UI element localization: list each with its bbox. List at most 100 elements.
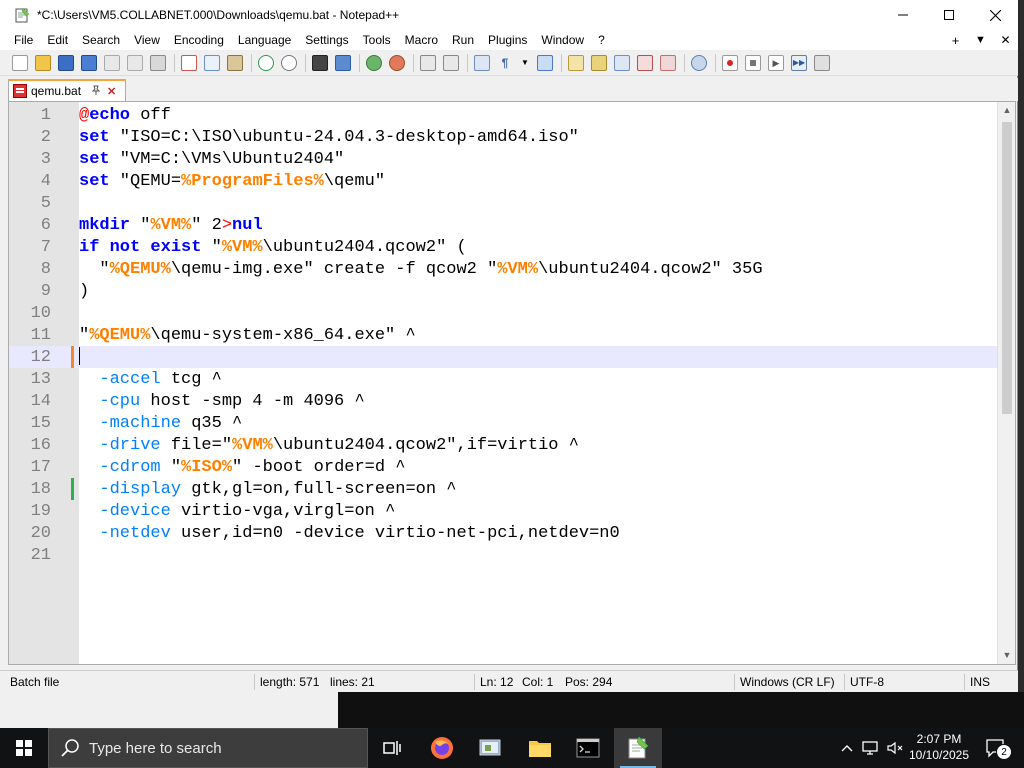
- scroll-down-arrow[interactable]: ▼: [998, 647, 1015, 664]
- print-icon[interactable]: [150, 54, 166, 71]
- function-list-icon[interactable]: [637, 54, 653, 71]
- word-wrap-icon[interactable]: [474, 54, 490, 71]
- open-file-icon[interactable]: [35, 54, 51, 71]
- taskbar-control-panel[interactable]: [466, 728, 514, 768]
- code-line[interactable]: 7 if not exist "%VM%\ubuntu2404.qcow2" (: [9, 236, 997, 258]
- code-line[interactable]: 11 "%QEMU%\qemu-system-x86_64.exe" ^: [9, 324, 997, 346]
- code-line[interactable]: 19 -device virtio-vga,virgl=on ^: [9, 500, 997, 522]
- close-file-icon[interactable]: [104, 54, 120, 71]
- status-eol-format[interactable]: Windows (CR LF): [736, 671, 835, 693]
- code-line[interactable]: 9): [9, 280, 997, 302]
- close-document-button[interactable]: ✕: [993, 33, 1018, 47]
- menu-view[interactable]: View: [127, 33, 167, 47]
- find-icon[interactable]: [312, 54, 328, 71]
- vertical-scrollbar[interactable]: ▲ ▼: [997, 102, 1015, 664]
- code-line[interactable]: 21: [9, 544, 997, 566]
- menu-tools[interactable]: Tools: [356, 33, 398, 47]
- code-line[interactable]: 20 -netdev user,id=n0 -device virtio-net…: [9, 522, 997, 544]
- undo-icon[interactable]: [258, 54, 274, 71]
- tab-qemu-bat[interactable]: qemu.bat ✕: [8, 79, 126, 101]
- status-insert-mode[interactable]: INS: [966, 671, 990, 693]
- taskbar-notepad-plus-plus[interactable]: [614, 728, 662, 768]
- monitoring-icon[interactable]: [691, 54, 707, 71]
- show-all-characters-icon[interactable]: ¶: [497, 55, 513, 71]
- menu-window[interactable]: Window: [534, 33, 591, 47]
- menu-plugins[interactable]: Plugins: [481, 33, 534, 47]
- title-bar[interactable]: *C:\Users\VM5.COLLABNET.000\Downloads\qe…: [0, 0, 1018, 30]
- menu-search[interactable]: Search: [75, 33, 127, 47]
- scrollbar-thumb[interactable]: [1002, 122, 1012, 414]
- show-hidden-icons-button[interactable]: [836, 728, 858, 768]
- copy-icon[interactable]: [204, 54, 220, 71]
- taskbar-command-prompt[interactable]: [564, 728, 612, 768]
- indent-guide-icon[interactable]: [537, 54, 553, 71]
- zoom-in-icon[interactable]: [366, 54, 382, 71]
- code-line[interactable]: 14 -cpu host -smp 4 -m 4096 ^: [9, 390, 997, 412]
- code-line[interactable]: 16 -drive file="%VM%\ubuntu2404.qcow2",i…: [9, 434, 997, 456]
- dropdown-arrow-icon[interactable]: ▼: [520, 55, 530, 71]
- user-defined-language-icon[interactable]: [568, 54, 584, 71]
- taskbar-firefox[interactable]: [418, 728, 466, 768]
- menu-file[interactable]: File: [0, 33, 40, 47]
- menu-run[interactable]: Run: [445, 33, 481, 47]
- playback-macro-icon[interactable]: ▶: [768, 54, 784, 71]
- paste-icon[interactable]: [227, 54, 243, 71]
- save-macro-icon[interactable]: [814, 54, 830, 71]
- code-line[interactable]: 18 -display gtk,gl=on,full-screen=on ^: [9, 478, 997, 500]
- code-line[interactable]: 4 set "QEMU=%ProgramFiles%\qemu": [9, 170, 997, 192]
- line-number: 10: [30, 303, 51, 323]
- tab-close-button[interactable]: ✕: [107, 85, 116, 98]
- menu-encoding[interactable]: Encoding: [167, 33, 231, 47]
- taskbar-file-explorer[interactable]: [516, 728, 564, 768]
- stop-recording-icon[interactable]: [745, 54, 761, 71]
- code-line[interactable]: 10: [9, 302, 997, 324]
- sync-vertical-icon[interactable]: [420, 54, 436, 71]
- zoom-out-icon[interactable]: [389, 54, 405, 71]
- sync-horizontal-icon[interactable]: [443, 54, 459, 71]
- record-macro-icon[interactable]: [722, 54, 738, 71]
- code-line[interactable]: 6 mkdir "%VM%" 2>nul: [9, 214, 997, 236]
- run-macro-multiple-icon[interactable]: ▶▶: [791, 54, 807, 71]
- scroll-up-arrow[interactable]: ▲: [998, 102, 1015, 119]
- replace-icon[interactable]: [335, 54, 351, 71]
- maximize-button[interactable]: [926, 0, 972, 30]
- redo-icon[interactable]: [281, 54, 297, 71]
- task-view-button[interactable]: [368, 728, 416, 768]
- code-line[interactable]: 3 set "VM=C:\VMs\Ubuntu2404": [9, 148, 997, 170]
- code-line[interactable]: 2 set "ISO=C:\ISO\ubuntu-24.04.3-desktop-…: [9, 126, 997, 148]
- code-token: \qemu": [323, 171, 386, 191]
- save-icon[interactable]: [58, 54, 74, 71]
- code-line[interactable]: 5: [9, 192, 997, 214]
- start-button[interactable]: [0, 728, 48, 768]
- menu-settings[interactable]: Settings: [298, 33, 355, 47]
- code-line[interactable]: 12: [9, 346, 997, 368]
- new-file-icon[interactable]: [12, 54, 28, 71]
- code-line[interactable]: 17 -cdrom "%ISO%" -boot order=d ^: [9, 456, 997, 478]
- menu-language[interactable]: Language: [231, 33, 298, 47]
- document-list-icon[interactable]: [614, 54, 630, 71]
- menu-help[interactable]: ?: [591, 33, 612, 47]
- status-encoding[interactable]: UTF-8: [846, 671, 884, 693]
- minimize-button[interactable]: [880, 0, 926, 30]
- system-clock[interactable]: 2:07 PM 10/10/2025: [904, 731, 974, 763]
- folder-as-workspace-icon[interactable]: [660, 54, 676, 71]
- close-all-icon[interactable]: [127, 54, 143, 71]
- taskbar-search-box[interactable]: Type here to search: [48, 728, 368, 768]
- tab-list-dropdown-button[interactable]: ▼: [968, 34, 993, 46]
- code-line[interactable]: 1 @echo off: [9, 104, 997, 126]
- pin-icon[interactable]: [91, 85, 101, 98]
- network-button[interactable]: [860, 728, 882, 768]
- code-line[interactable]: 13 -accel tcg ^: [9, 368, 997, 390]
- close-button[interactable]: [972, 0, 1018, 30]
- code-editor[interactable]: 1 @echo off 2 set "ISO=C:\ISO\ubuntu-24.04.…: [8, 101, 1016, 665]
- document-map-icon[interactable]: [591, 54, 607, 71]
- action-center-button[interactable]: 2: [978, 728, 1014, 768]
- menu-macro[interactable]: Macro: [398, 33, 445, 47]
- volume-button[interactable]: [884, 728, 906, 768]
- code-line[interactable]: 15 -machine q35 ^: [9, 412, 997, 434]
- cut-icon[interactable]: [181, 54, 197, 71]
- code-line[interactable]: 8 "%QEMU%\qemu-img.exe" create -f qcow2 …: [9, 258, 997, 280]
- save-all-icon[interactable]: [81, 54, 97, 71]
- menu-edit[interactable]: Edit: [40, 33, 75, 47]
- new-tab-button[interactable]: +: [943, 33, 968, 48]
